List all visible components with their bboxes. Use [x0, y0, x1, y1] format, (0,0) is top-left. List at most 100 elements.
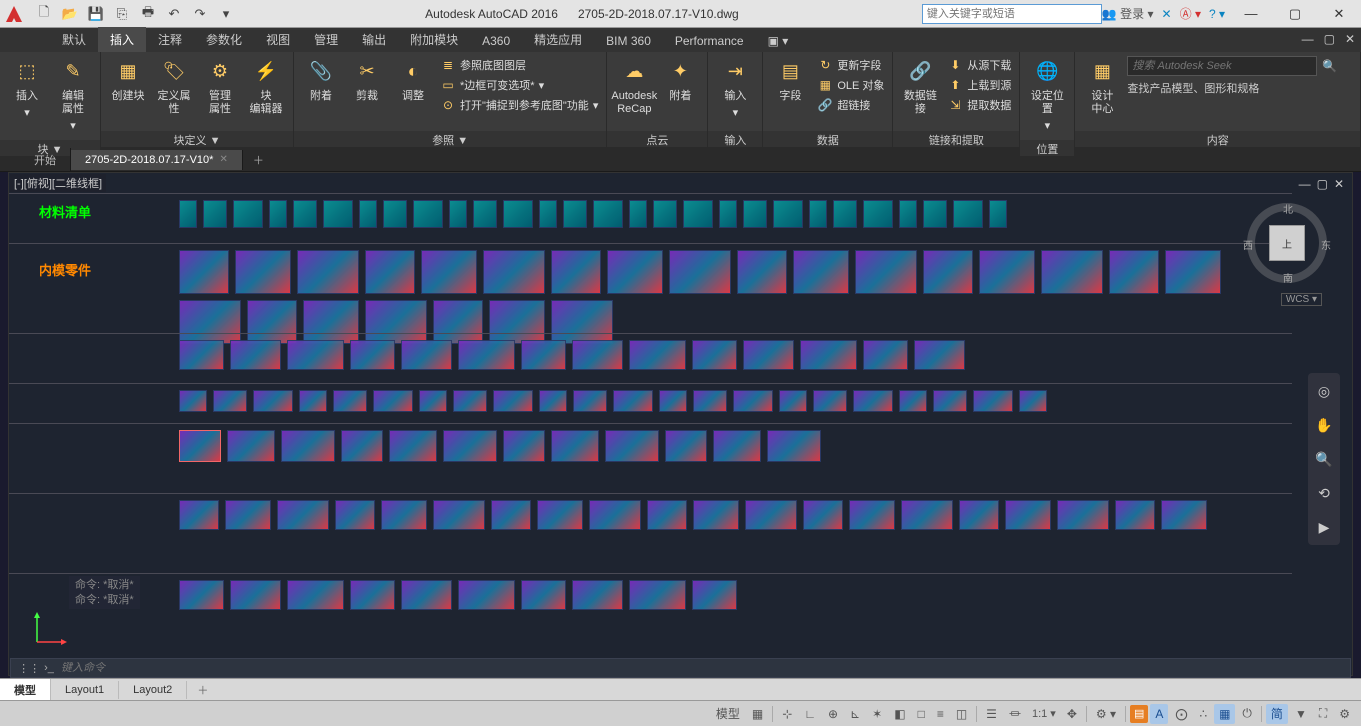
drawing-thumbnail[interactable]: [213, 390, 247, 412]
drawing-thumbnail[interactable]: [572, 580, 623, 610]
status-ortho-icon[interactable]: ⊾: [845, 704, 865, 724]
drawing-thumbnail[interactable]: [793, 250, 849, 294]
drawing-thumbnail[interactable]: [953, 200, 983, 228]
nav-zoom-icon[interactable]: 🔍: [1312, 447, 1336, 471]
qat-plot-icon[interactable]: 🖶: [136, 3, 160, 25]
drawing-thumbnail[interactable]: [401, 580, 452, 610]
drawing-thumbnail[interactable]: [235, 250, 291, 294]
drawing-thumbnail[interactable]: [692, 580, 737, 610]
drawing-thumbnail[interactable]: [800, 340, 857, 370]
status-scale-value[interactable]: 1:1 ▾: [1028, 707, 1060, 720]
command-input[interactable]: [61, 662, 1350, 674]
drawing-thumbnail[interactable]: [693, 390, 727, 412]
tab-addins[interactable]: 附加模块: [398, 27, 470, 52]
tab-manage[interactable]: 管理: [302, 27, 350, 52]
recap-button[interactable]: ☁Autodesk ReCap: [613, 56, 655, 118]
drawing-thumbnail[interactable]: [449, 200, 467, 228]
status-annoscale-icon[interactable]: ⏛: [1004, 704, 1026, 724]
tab-panel-icon[interactable]: ▣ ▾: [756, 30, 801, 52]
status-workspace-icon[interactable]: ⚙ ▾: [1091, 704, 1121, 724]
drawing-thumbnail[interactable]: [277, 500, 329, 530]
drawing-thumbnail[interactable]: [1019, 390, 1047, 412]
drawing-thumbnail[interactable]: [933, 390, 967, 412]
drawing-thumbnail[interactable]: [473, 200, 497, 228]
drawing-thumbnail[interactable]: [813, 390, 847, 412]
ole-object-button[interactable]: ▦OLE 对象: [815, 76, 886, 94]
status-infer-icon[interactable]: ∟: [799, 704, 821, 724]
status-quickview-icon[interactable]: ▦: [1214, 704, 1235, 724]
drawing-thumbnail[interactable]: [483, 250, 545, 294]
login-label[interactable]: 登录: [1120, 7, 1144, 21]
drawing-thumbnail[interactable]: [973, 390, 1013, 412]
drawing-thumbnail[interactable]: [179, 390, 207, 412]
ucs-icon[interactable]: [29, 610, 69, 655]
adjust-ref-button[interactable]: ◐调整: [392, 56, 434, 105]
tab-output[interactable]: 输出: [350, 27, 398, 52]
vp-minimize-icon[interactable]: —: [1299, 177, 1311, 191]
viewcube-south[interactable]: 南: [1283, 270, 1293, 285]
status-transparency-icon[interactable]: ◫: [951, 704, 972, 724]
drawing-thumbnail[interactable]: [979, 250, 1035, 294]
drawing-thumbnail[interactable]: [629, 200, 647, 228]
drawing-thumbnail[interactable]: [1005, 500, 1051, 530]
manage-attribute-button[interactable]: ⚙管理 属性: [199, 56, 241, 118]
field-button[interactable]: ▤字段: [769, 56, 811, 105]
drawing-thumbnail[interactable]: [287, 340, 344, 370]
drawing-thumbnail[interactable]: [539, 200, 557, 228]
drawing-thumbnail[interactable]: [299, 390, 327, 412]
drawing-thumbnail[interactable]: [230, 340, 281, 370]
drawing-thumbnail[interactable]: [551, 430, 599, 462]
infocenter-search[interactable]: [922, 4, 1102, 24]
status-annomonitor-icon[interactable]: ⨀: [1170, 704, 1192, 724]
status-a-icon[interactable]: A: [1150, 704, 1168, 724]
maximize-button[interactable]: ▢: [1273, 1, 1317, 27]
drawing-thumbnail[interactable]: [413, 200, 443, 228]
drawing-thumbnail[interactable]: [589, 500, 641, 530]
drawing-thumbnail[interactable]: [281, 430, 335, 462]
block-editor-button[interactable]: ⚡块 编辑器: [245, 56, 287, 118]
qat-undo-icon[interactable]: ↶: [162, 3, 186, 25]
drawing-thumbnail[interactable]: [833, 200, 857, 228]
upload-to-source-button[interactable]: ⬆上载到源: [945, 76, 1013, 94]
command-line[interactable]: ⋮⋮›_: [10, 658, 1351, 678]
tab-bim360[interactable]: BIM 360: [594, 30, 663, 52]
viewcube[interactable]: 上 北 南 东 西: [1247, 203, 1327, 283]
drawing-thumbnail[interactable]: [491, 500, 531, 530]
close-button[interactable]: ✕: [1317, 1, 1361, 27]
drawing-thumbnail[interactable]: [458, 340, 515, 370]
status-annotation-icon[interactable]: ✥: [1062, 704, 1082, 724]
drawing-thumbnail[interactable]: [458, 580, 515, 610]
drawing-thumbnail[interactable]: [849, 500, 895, 530]
drawing-thumbnail[interactable]: [381, 500, 427, 530]
status-polar-icon[interactable]: ✶: [867, 704, 887, 724]
drawing-thumbnail[interactable]: [1161, 500, 1207, 530]
drawing-thumbnail[interactable]: [803, 500, 843, 530]
status-grid-icon[interactable]: ▦: [747, 704, 768, 724]
drawing-thumbnail[interactable]: [901, 500, 953, 530]
drawing-thumbnail[interactable]: [539, 390, 567, 412]
drawing-thumbnail[interactable]: [923, 250, 973, 294]
viewcube-east[interactable]: 东: [1321, 237, 1331, 252]
drawing-thumbnail[interactable]: [914, 340, 965, 370]
qat-saveas-icon[interactable]: ⎘: [110, 3, 134, 25]
drawing-thumbnail[interactable]: [899, 390, 927, 412]
drawing-thumbnail[interactable]: [773, 200, 803, 228]
drawing-thumbnail[interactable]: [389, 430, 437, 462]
drawing-thumbnail[interactable]: [401, 340, 452, 370]
drawing-thumbnail[interactable]: [203, 200, 227, 228]
drawing-thumbnail[interactable]: [593, 200, 623, 228]
account-icon[interactable]: 👥 登录 ▾: [1102, 5, 1154, 22]
drawing-thumbnail[interactable]: [743, 200, 767, 228]
drawing-thumbnail[interactable]: [421, 250, 477, 294]
drawing-thumbnail[interactable]: [297, 250, 359, 294]
drawing-thumbnail[interactable]: [433, 500, 485, 530]
define-attribute-button[interactable]: 🏷定义属性: [153, 56, 195, 118]
ribbon-min-icon[interactable]: —: [1302, 32, 1314, 46]
close-tab-icon[interactable]: ✕: [219, 154, 227, 165]
tab-insert[interactable]: 插入: [98, 27, 146, 52]
drawing-thumbnail[interactable]: [230, 580, 281, 610]
filetab-start[interactable]: 开始: [20, 148, 71, 172]
nav-pan-icon[interactable]: ✋: [1312, 413, 1336, 437]
layout-tab-add-button[interactable]: ＋: [187, 679, 218, 701]
drawing-thumbnail[interactable]: [1165, 250, 1221, 294]
